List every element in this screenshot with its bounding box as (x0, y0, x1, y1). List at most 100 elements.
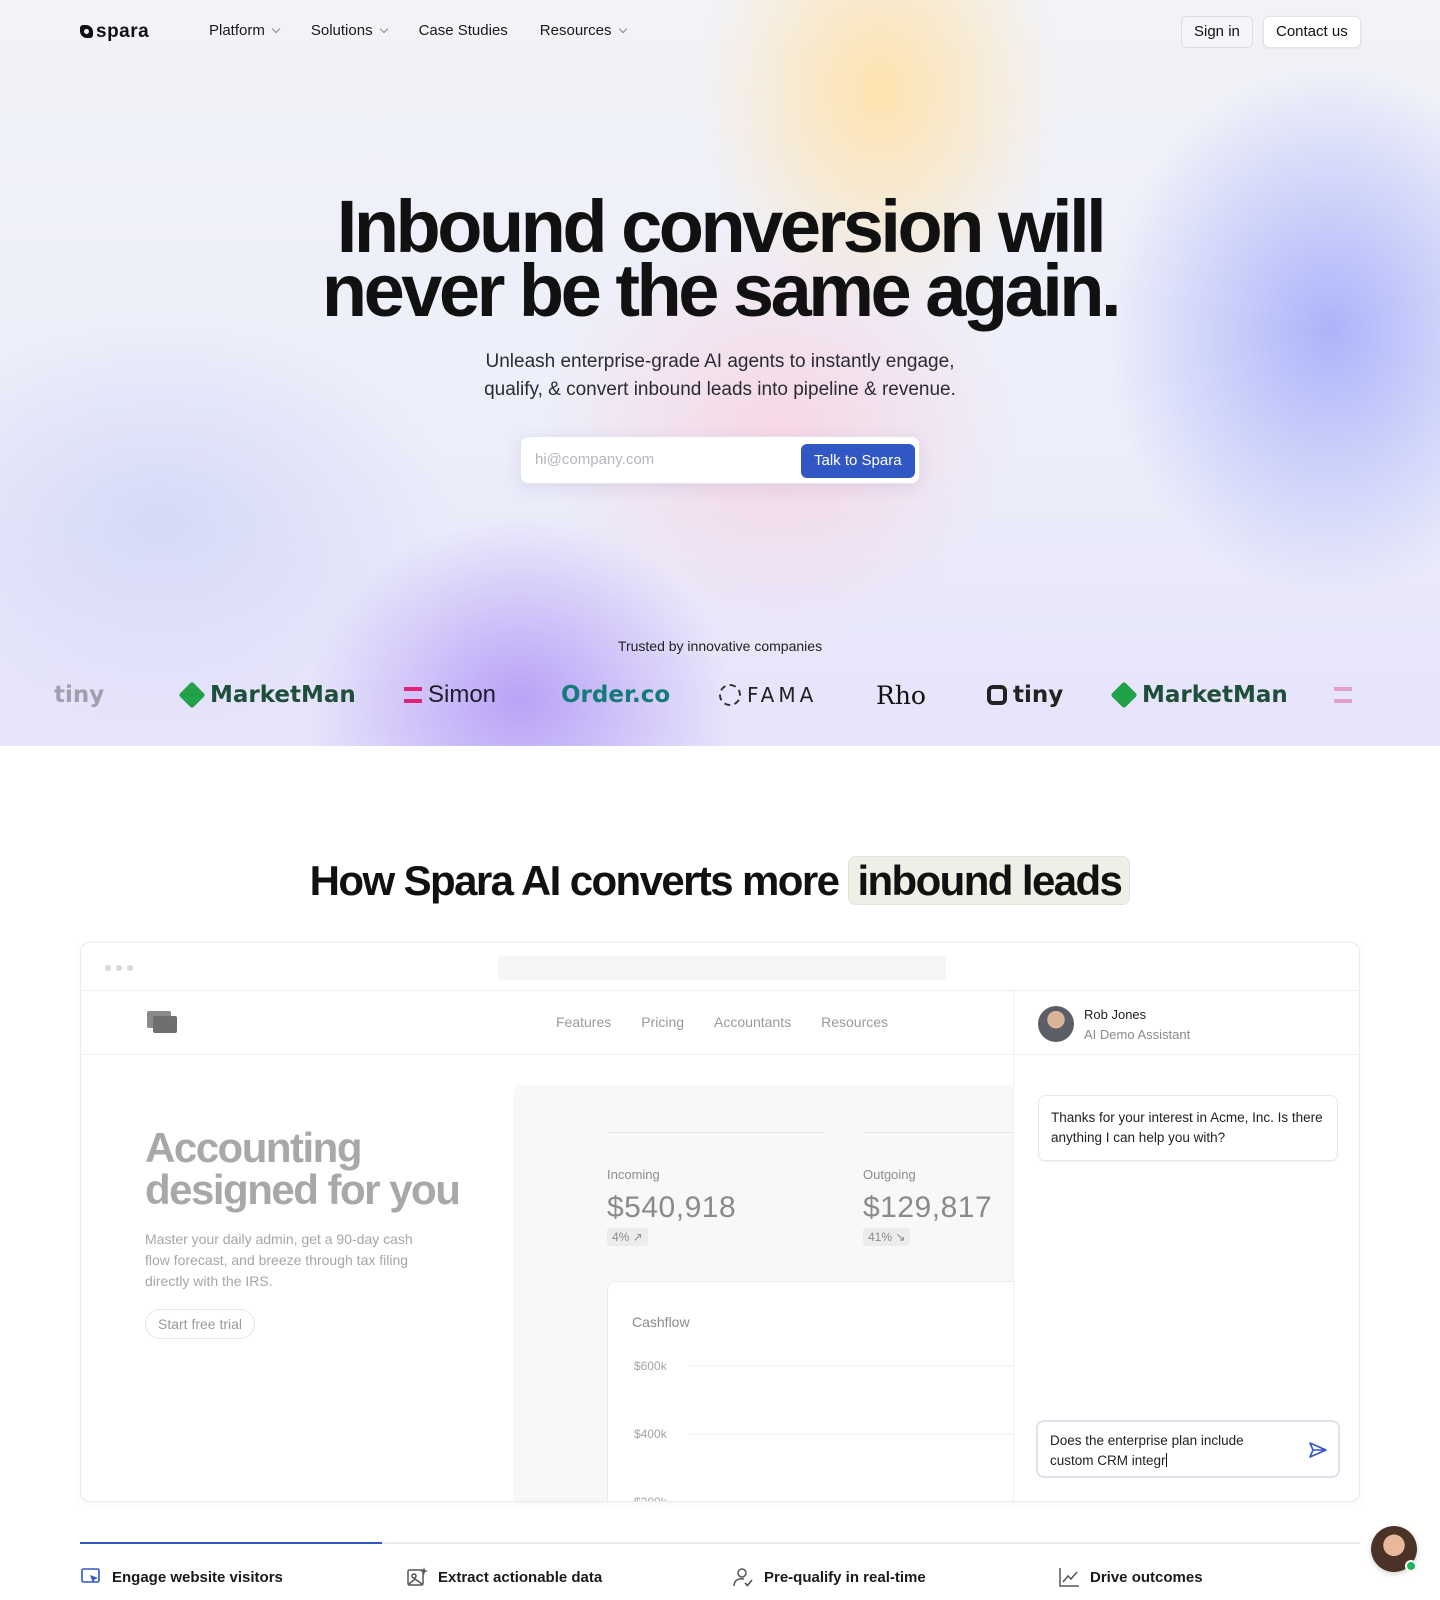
cashflow-card: Cashflow $600k $400k $200k (607, 1281, 1013, 1502)
demo-headline-line-1: Accounting (145, 1124, 362, 1171)
customer-logo-simon-partial (1334, 678, 1352, 712)
chevron-down-icon (379, 24, 388, 33)
divider (607, 1132, 823, 1133)
stat-outgoing-label: Outgoing (863, 1167, 916, 1182)
image-sparkle-icon (407, 1567, 428, 1586)
stat-outgoing-change: 41% ↘ (863, 1228, 911, 1246)
nav-item-case-studies[interactable]: Case Studies (419, 22, 508, 39)
url-bar (498, 956, 946, 980)
marketman-diamond-icon (1110, 681, 1138, 709)
stat-incoming-label: Incoming (607, 1167, 660, 1182)
chat-input-value: Does the enterprise plan include custom … (1050, 1433, 1244, 1468)
chat-panel: Rob Jones AI Demo Assistant Thanks for y… (1013, 991, 1359, 1501)
hero-subtitle-line-1: Unleash enterprise-grade AI agents to in… (485, 351, 955, 372)
tab-drive-outcomes[interactable]: Drive outcomes (1058, 1566, 1203, 1588)
cashflow-chart: $600k $400k $200k (634, 1359, 1013, 1502)
customer-logo-tiny: tiny (987, 678, 1063, 712)
logo-text: tiny (54, 682, 105, 708)
customer-logo-orderco: Order.co (561, 678, 670, 712)
fama-gear-icon (719, 684, 741, 706)
nav-item-platform[interactable]: Platform (209, 22, 281, 39)
trusted-label: Trusted by innovative companies (617, 638, 823, 654)
tab-extract-actionable-data[interactable]: Extract actionable data (406, 1566, 602, 1588)
tab-label: Drive outcomes (1090, 1568, 1203, 1586)
divider (863, 1132, 1013, 1133)
sign-in-button[interactable]: Sign in (1181, 16, 1253, 48)
demo-site-logo-icon (147, 1011, 177, 1033)
logo-marquee: tiny MarketMan Simon Order.co FAMA Rho t… (0, 678, 1440, 712)
chat-input-text[interactable]: Does the enterprise plan include custom … (1050, 1431, 1290, 1471)
logo-text: Rho (876, 680, 926, 710)
nav-item-label: Resources (539, 22, 612, 39)
chart-line-icon (1059, 1568, 1079, 1587)
y-tick-label: $400k (634, 1427, 668, 1441)
avatar (1038, 1006, 1074, 1042)
tab-engage-website-visitors[interactable]: Engage website visitors (80, 1566, 283, 1588)
demo-headline: Accounting designed for you (145, 1124, 461, 1213)
demo-nav-accountants[interactable]: Accountants (714, 1014, 791, 1030)
window-dots (105, 965, 133, 971)
demo-nav-pricing[interactable]: Pricing (641, 1014, 684, 1030)
logo-text: tiny (1013, 682, 1064, 708)
chat-message: Thanks for your interest in Acme, Inc. I… (1038, 1095, 1338, 1161)
tiny-mark-icon (987, 685, 1007, 705)
demo-nav-resources[interactable]: Resources (821, 1014, 888, 1030)
nav-menu: Platform Solutions Case Studies Resource… (209, 22, 658, 39)
chat-input[interactable]: Does the enterprise plan include custom … (1036, 1420, 1340, 1478)
demo-headline-line-2: designed for you (145, 1166, 461, 1213)
section-title-highlight: inbound leads (848, 856, 1131, 905)
logo-text: Simon (428, 681, 497, 708)
y-tick-label: $600k (634, 1359, 668, 1373)
section-title-prefix: How Spara AI converts more (309, 857, 840, 904)
customer-logo-simon: Simon (404, 678, 496, 712)
section-title: How Spara AI converts more inbound leads (0, 856, 1440, 905)
talk-to-spara-button[interactable]: Talk to Spara (801, 444, 915, 478)
marketman-diamond-icon (178, 681, 206, 709)
hero-section: spara Platform Solutions Case Studies Re… (0, 0, 1440, 746)
tab-pre-qualify-in-real-time[interactable]: Pre-qualify in real-time (732, 1566, 926, 1588)
customer-logo-fama: FAMA (719, 678, 817, 712)
spara-logo-icon (80, 25, 93, 38)
chevron-down-icon (618, 24, 627, 33)
hero-title-line-2: never be the same again. (321, 249, 1122, 332)
feature-tab-active-indicator (80, 1542, 382, 1544)
spara-logo[interactable]: spara (80, 22, 149, 41)
simon-mark-icon (404, 687, 422, 703)
start-free-trial-button[interactable]: Start free trial (145, 1309, 256, 1339)
customer-logo-marketman: MarketMan (178, 678, 356, 712)
tab-label: Pre-qualify in real-time (764, 1568, 926, 1586)
nav-item-label: Platform (209, 22, 265, 39)
nav-item-resources[interactable]: Resources (539, 22, 627, 39)
contact-us-button[interactable]: Contact us (1263, 16, 1361, 48)
logo-text: FAMA (747, 683, 818, 707)
demo-nav-features[interactable]: Features (556, 1014, 611, 1030)
user-check-icon (733, 1568, 753, 1587)
divider (1014, 1054, 1359, 1055)
top-nav: spara Platform Solutions Case Studies Re… (0, 14, 1440, 50)
divider (81, 1054, 1013, 1055)
cursor-window-icon (81, 1568, 100, 1583)
customer-logo-rho: Rho (876, 678, 926, 712)
customer-logo-marketman: MarketMan (1110, 678, 1288, 712)
y-tick-label: $200k (634, 1495, 668, 1502)
send-icon[interactable] (1308, 1440, 1328, 1460)
online-status-dot (1405, 1560, 1417, 1572)
hero-title: Inbound conversion will never be the sam… (0, 190, 1440, 328)
window-dot (127, 965, 133, 971)
demo-body: Master your daily admin, get a 90-day ca… (145, 1231, 413, 1289)
logo-text: Order.co (561, 682, 671, 708)
hero-subtitle: Unleash enterprise-grade AI agents to in… (0, 348, 1440, 404)
demo-site-nav: Features Pricing Accountants Resources (556, 1014, 888, 1030)
agent-role: AI Demo Assistant (1084, 1027, 1191, 1042)
logo-text: MarketMan (210, 682, 356, 708)
email-input[interactable] (535, 451, 785, 468)
stat-incoming-change: 4% ↗ (607, 1228, 648, 1246)
stat-incoming-value: $540,918 (607, 1191, 737, 1224)
simon-mark-icon (1334, 687, 1352, 703)
chevron-down-icon (271, 24, 281, 33)
nav-item-label: Case Studies (418, 22, 508, 39)
nav-item-solutions[interactable]: Solutions (311, 22, 388, 39)
logo-text: spara (96, 21, 150, 42)
agent-name: Rob Jones (1084, 1007, 1147, 1022)
tab-label: Extract actionable data (438, 1568, 603, 1586)
